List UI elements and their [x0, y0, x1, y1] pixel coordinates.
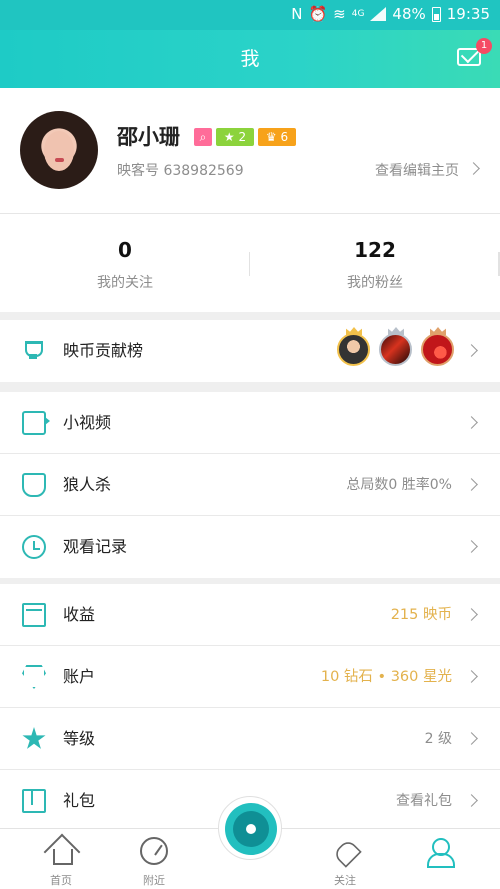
status-bar: N ⏰ ≋ 4G 48% 19:35: [0, 0, 500, 30]
nfc-icon: N: [291, 5, 303, 23]
list-item-value: 2 级: [424, 731, 452, 747]
rank-avatar: [379, 327, 412, 366]
list-item-value: 10 钻石 • 360 星光: [320, 669, 452, 685]
wolf-icon: [22, 473, 46, 497]
home-icon: [47, 837, 75, 865]
chevron-right-icon: [465, 416, 478, 429]
star-level-badge: ★ 2: [216, 128, 254, 146]
stats-panel: 0 我的关注 122 我的粉丝: [0, 214, 500, 312]
rank-label: 映币贡献榜: [63, 341, 144, 360]
list-item-label: 收益: [63, 605, 96, 624]
user-id-label: 映客号: [117, 163, 159, 179]
chevron-right-icon: [465, 794, 478, 807]
list-item-value: 查看礼包: [396, 793, 452, 809]
crown-level-value: 6: [280, 130, 289, 144]
star-level-value: 2: [238, 130, 247, 144]
clock-icon: [22, 535, 46, 559]
tab-home[interactable]: 首页: [26, 829, 96, 889]
fans-stat[interactable]: 122 我的粉丝: [250, 214, 500, 312]
following-stat[interactable]: 0 我的关注: [0, 214, 250, 312]
fans-count: 122: [354, 238, 396, 262]
person-icon: [425, 837, 455, 868]
alarm-icon: ⏰: [308, 5, 328, 23]
wallet-icon: [22, 603, 46, 627]
wifi-icon: ≋: [333, 5, 346, 23]
tab-follow-label: 关注: [334, 874, 356, 887]
avatar-lips: [55, 158, 64, 162]
list-item-label: 等级: [63, 729, 96, 748]
menu-group-1: 小视频 狼人杀 总局数0 胜率0% 观看记录: [0, 392, 500, 578]
status-icons: N ⏰ ≋ 4G 48% 19:35: [291, 5, 490, 23]
list-item[interactable]: 账户 10 钻石 • 360 星光: [0, 646, 500, 708]
unread-badge: 1: [476, 38, 492, 54]
chevron-right-icon: [465, 540, 478, 553]
rank-avatar: [421, 327, 454, 366]
chevron-right-icon: [465, 732, 478, 745]
compass-icon: [140, 837, 168, 865]
crown-level-badge: ♛ 6: [258, 128, 296, 146]
tab-nearby-label: 附近: [143, 874, 165, 887]
chevron-right-icon: [465, 478, 478, 491]
chevron-right-icon: [467, 162, 480, 175]
tab-home-label: 首页: [50, 874, 72, 887]
star-icon: ★: [223, 130, 235, 144]
following-count: 0: [118, 238, 132, 262]
rank-row[interactable]: 映币贡献榜: [0, 320, 500, 382]
rank-avatars: [337, 327, 454, 366]
trophy-icon: [22, 339, 46, 363]
signal-icon: [370, 7, 387, 21]
list-item-value: 总局数0 胜率0%: [346, 477, 452, 493]
list-item-label: 小视频: [63, 413, 112, 432]
following-label: 我的关注: [97, 275, 153, 291]
battery-text: 48%: [392, 5, 426, 23]
list-item-label: 观看记录: [63, 537, 128, 556]
list-item[interactable]: 等级 2 级: [0, 708, 500, 770]
diamond-icon: [22, 665, 46, 689]
gift-icon: [22, 789, 46, 813]
view-profile-link[interactable]: 查看编辑主页: [375, 160, 480, 180]
profile-card[interactable]: [0, 88, 500, 214]
chevron-right-icon: [465, 670, 478, 683]
tab-nearby[interactable]: 附近: [119, 829, 189, 889]
page-title: 我: [240, 48, 260, 70]
chevron-right-icon: [465, 344, 478, 357]
network-type: 4G: [351, 9, 365, 19]
crown-icon: [388, 327, 404, 335]
live-icon: [246, 824, 256, 834]
video-icon: [22, 411, 50, 435]
list-item[interactable]: 观看记录: [0, 516, 500, 578]
user-name: 邵小珊: [117, 125, 180, 149]
crown-icon: [430, 327, 446, 335]
fans-label: 我的粉丝: [347, 275, 403, 291]
battery-icon: [431, 6, 441, 22]
star-icon: [22, 727, 46, 749]
list-item-label: 礼包: [63, 791, 96, 810]
list-item[interactable]: 收益 215 映币: [0, 584, 500, 646]
avatar-face: [44, 131, 74, 171]
menu-group-2: 收益 215 映币 账户 10 钻石 • 360 星光 等级 2 级 礼包 查看…: [0, 584, 500, 832]
chevron-right-icon: [465, 608, 478, 621]
live-button[interactable]: [218, 796, 282, 860]
list-item-label: 狼人杀: [63, 475, 112, 494]
view-profile-label: 查看编辑主页: [375, 163, 459, 179]
search-badge-icon: ⌕: [194, 128, 212, 146]
list-item[interactable]: 小视频: [0, 392, 500, 454]
tab-me[interactable]: [404, 829, 474, 889]
user-id: 映客号 638982569: [117, 160, 244, 180]
rank-avatar: [337, 327, 370, 366]
crown-icon: ♛: [265, 130, 277, 144]
avatar[interactable]: [20, 111, 98, 189]
title-bar: 我 1: [0, 30, 500, 88]
crown-icon: [346, 327, 362, 335]
list-item-label: 账户: [63, 667, 96, 686]
rank-section: 映币贡献榜: [0, 320, 500, 382]
list-item-value: 215 映币: [390, 607, 452, 623]
heart-icon: [331, 837, 359, 865]
clock-time: 19:35: [446, 5, 490, 23]
tab-follow[interactable]: 关注: [310, 829, 380, 889]
list-item[interactable]: 狼人杀 总局数0 胜率0%: [0, 454, 500, 516]
user-id-value: 638982569: [163, 163, 244, 179]
